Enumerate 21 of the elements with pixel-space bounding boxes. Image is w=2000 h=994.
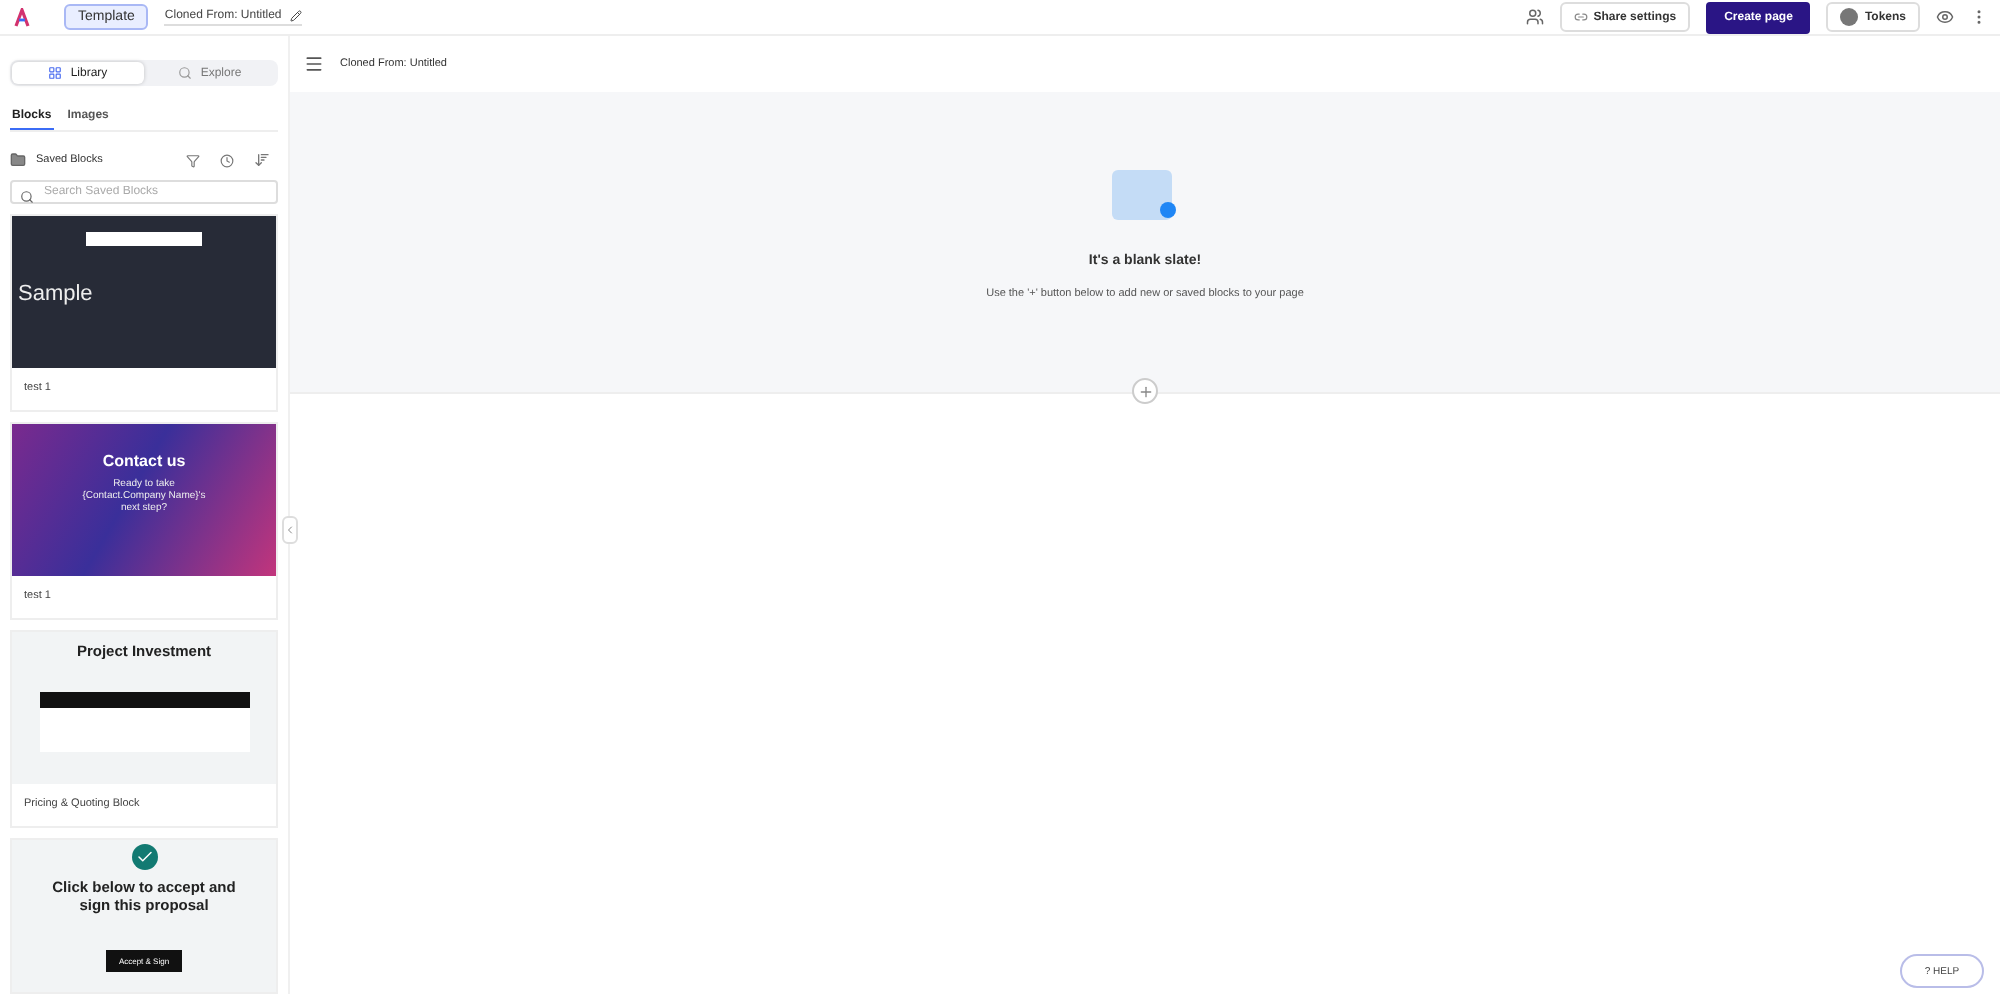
token-icon [1840,8,1859,26]
users-icon[interactable] [1525,8,1544,26]
sort-icon[interactable] [254,152,270,169]
chevron-icon [284,524,296,536]
link-icon [1573,10,1588,24]
filter-icon[interactable] [186,153,200,168]
logo-icon [12,7,32,27]
pencil-icon[interactable] [289,10,302,22]
preview-icon[interactable] [1936,8,1954,26]
preview-title: Sample [18,282,93,306]
search-icon [178,66,193,80]
check-icon [131,844,157,870]
menu-icon[interactable] [304,54,324,74]
plus-icon [1137,383,1153,399]
placeholder-bar [86,232,202,246]
folder-icon [10,152,26,169]
preview-title: Contact us [102,452,186,470]
search-icon [20,190,34,205]
grid-icon [48,66,63,80]
clock-icon[interactable] [220,153,234,168]
blank-page-icon [1112,170,1178,226]
